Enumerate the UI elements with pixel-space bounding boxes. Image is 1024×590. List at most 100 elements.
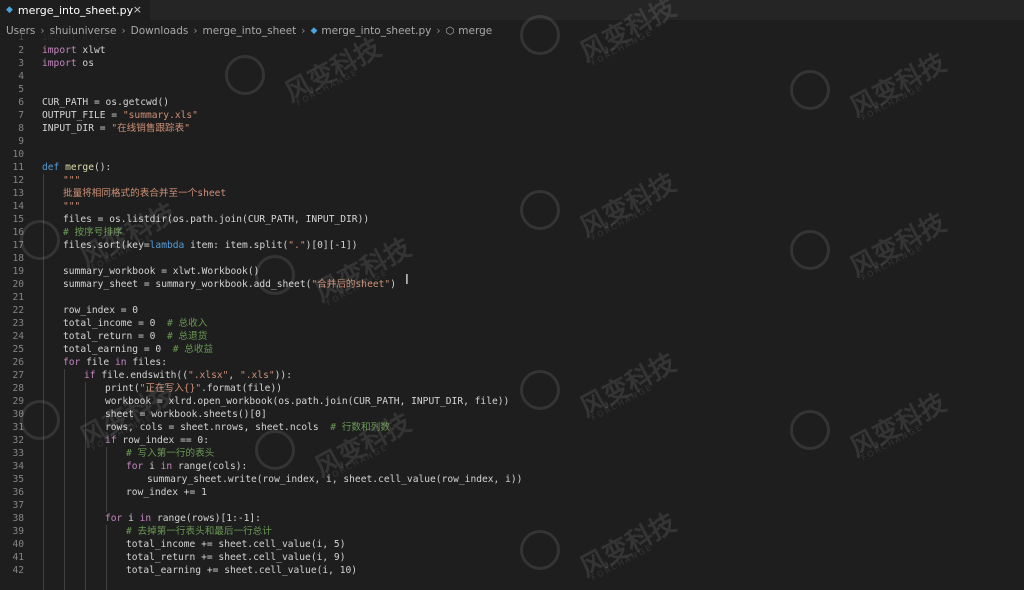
code-line[interactable]: 34 for i in range(cols): bbox=[0, 460, 1024, 473]
code-line[interactable]: 13 批量将相同格式的表合并至一个sheet bbox=[0, 187, 1024, 200]
code-line[interactable]: 35 summary_sheet.write(row_index, i, shee… bbox=[0, 473, 1024, 486]
line-number: 7 bbox=[18, 110, 24, 121]
code-line[interactable]: 7 OUTPUT_FILE = "summary.xls" bbox=[0, 109, 1024, 122]
code-line[interactable]: 22 row_index = 0 bbox=[0, 304, 1024, 317]
code-line[interactable]: 33 # 写入第一行的表头 bbox=[0, 447, 1024, 460]
code-text: row_index = 0 bbox=[63, 304, 138, 317]
code-editor[interactable]: 1 import xlrd 2 import xlwt 3 import os 4 5 6 CUR… bbox=[0, 32, 1024, 590]
line-number: 36 bbox=[12, 487, 24, 498]
code-token: rows, cols = sheet.nrows, sheet.ncols bbox=[105, 422, 331, 433]
code-token: for bbox=[63, 357, 81, 368]
text-cursor-icon: I bbox=[405, 273, 409, 288]
code-token: "正在写入{}" bbox=[139, 383, 202, 394]
line-number: 3 bbox=[18, 58, 24, 69]
code-token: merge bbox=[65, 162, 94, 173]
code-line[interactable]: 21 bbox=[0, 291, 1024, 304]
code-line[interactable]: 16 # 按序号排序 bbox=[0, 226, 1024, 239]
code-line[interactable]: 1 import xlrd bbox=[0, 31, 1024, 44]
code-token: (): bbox=[94, 162, 112, 173]
code-text: sheet = workbook.sheets()[0] bbox=[105, 408, 267, 421]
line-number: 23 bbox=[12, 318, 24, 329]
code-line[interactable]: 25 total_earning = 0 # 总收益 bbox=[0, 343, 1024, 356]
code-line[interactable]: 24 total_return = 0 # 总退货 bbox=[0, 330, 1024, 343]
code-line[interactable]: 5 bbox=[0, 83, 1024, 96]
code-token: "在线销售跟踪表" bbox=[111, 123, 191, 134]
code-line[interactable]: 37 bbox=[0, 499, 1024, 512]
tab-merge-into-sheet[interactable]: ◆ merge_into_sheet.py × bbox=[0, 0, 150, 20]
code-token: files: bbox=[126, 357, 167, 368]
code-text: import xlrd bbox=[42, 31, 106, 44]
code-token: summary_sheet.write(row_index, i, sheet.… bbox=[147, 474, 523, 485]
code-line[interactable]: 2 import xlwt bbox=[0, 44, 1024, 57]
code-line[interactable]: 11 def merge(): bbox=[0, 161, 1024, 174]
code-token: lambda bbox=[149, 240, 185, 251]
code-token: total_earning = 0 bbox=[63, 344, 173, 355]
code-token: """ bbox=[63, 201, 81, 212]
line-number: 32 bbox=[12, 435, 24, 446]
code-line[interactable]: 40 total_income += sheet.cell_value(i, 5) bbox=[0, 538, 1024, 551]
code-line[interactable]: 9 bbox=[0, 135, 1024, 148]
line-number: 13 bbox=[12, 188, 24, 199]
code-line[interactable]: 36 row_index += 1 bbox=[0, 486, 1024, 499]
code-token: "合并后的sheet" bbox=[311, 279, 391, 290]
code-token: range(rows)[1:-1]: bbox=[151, 513, 261, 524]
close-icon[interactable]: × bbox=[133, 3, 142, 16]
code-line[interactable]: 6 CUR_PATH = os.getcwd() bbox=[0, 96, 1024, 109]
tab-bar: ◆ merge_into_sheet.py × bbox=[0, 0, 1024, 20]
line-number: 20 bbox=[12, 279, 24, 290]
code-text: if file.endswith((".xlsx", ".xls")): bbox=[84, 369, 292, 382]
code-line[interactable]: 29 workbook = xlrd.open_workbook(os.path.… bbox=[0, 395, 1024, 408]
code-line[interactable]: 26 for file in files: bbox=[0, 356, 1024, 369]
code-line[interactable]: 17 files.sort(key=lambda item: item.split… bbox=[0, 239, 1024, 252]
line-number: 15 bbox=[12, 214, 24, 225]
code-line[interactable]: 38 for i in range(rows)[1:-1]: bbox=[0, 512, 1024, 525]
code-text: rows, cols = sheet.nrows, sheet.ncols # … bbox=[105, 421, 390, 434]
code-line[interactable]: 10 bbox=[0, 148, 1024, 161]
code-token: files = os.listdir(os.path.join(CUR_PATH… bbox=[63, 214, 370, 225]
code-text: # 去掉第一行表头和最后一行总计 bbox=[126, 525, 272, 538]
code-line[interactable]: 3 import os bbox=[0, 57, 1024, 70]
line-number: 4 bbox=[18, 71, 24, 82]
code-line[interactable]: 18 bbox=[0, 252, 1024, 265]
code-token: # 行数和列数 bbox=[330, 422, 390, 433]
code-token: # 按序号排序 bbox=[63, 227, 123, 238]
code-token: row_index = 0 bbox=[63, 305, 139, 316]
code-text: for i in range(cols): bbox=[126, 460, 247, 473]
code-text: workbook = xlrd.open_workbook(os.path.jo… bbox=[105, 395, 509, 408]
code-token: # 总收入 bbox=[166, 318, 208, 329]
line-number: 22 bbox=[12, 305, 24, 316]
code-line[interactable]: 20 summary_sheet = summary_workbook.add_s… bbox=[0, 278, 1024, 291]
code-line[interactable]: 28 print("正在写入{}".format(file)) bbox=[0, 382, 1024, 395]
code-token: ".xls" bbox=[239, 370, 275, 381]
code-line[interactable]: 30 sheet = workbook.sheets()[0] bbox=[0, 408, 1024, 421]
code-text: """ bbox=[63, 200, 80, 213]
code-text: total_earning += sheet.cell_value(i, 10) bbox=[126, 564, 357, 577]
code-line[interactable]: 42 total_earning += sheet.cell_value(i, 1… bbox=[0, 564, 1024, 577]
code-line[interactable]: 41 total_return += sheet.cell_value(i, 9) bbox=[0, 551, 1024, 564]
code-text: import os bbox=[42, 57, 94, 70]
code-line[interactable]: 32 if row_index == 0: bbox=[0, 434, 1024, 447]
code-line[interactable]: 39 # 去掉第一行表头和最后一行总计 bbox=[0, 525, 1024, 538]
code-token: summary_workbook = xlwt.Workbook() bbox=[63, 266, 260, 277]
code-line[interactable]: 31 rows, cols = sheet.nrows, sheet.ncols … bbox=[0, 421, 1024, 434]
code-token: workbook = xlrd.open_workbook(os.path.jo… bbox=[105, 396, 510, 407]
code-token: row_index += 1 bbox=[126, 487, 207, 498]
code-line[interactable]: 15 files = os.listdir(os.path.join(CUR_PA… bbox=[0, 213, 1024, 226]
line-number: 6 bbox=[18, 97, 24, 108]
code-text: total_return += sheet.cell_value(i, 9) bbox=[126, 551, 346, 564]
code-line[interactable]: 12 """ bbox=[0, 174, 1024, 187]
code-line[interactable]: 4 bbox=[0, 70, 1024, 83]
code-line[interactable]: 14 """ bbox=[0, 200, 1024, 213]
code-token: if bbox=[105, 435, 117, 446]
code-token: in bbox=[160, 461, 173, 472]
code-token: total_return = 0 bbox=[63, 331, 167, 342]
code-line[interactable]: 8 INPUT_DIR = "在线销售跟踪表" bbox=[0, 122, 1024, 135]
code-text: print("正在写入{}".format(file)) bbox=[105, 382, 282, 395]
code-text: row_index += 1 bbox=[126, 486, 207, 499]
code-token: if bbox=[84, 370, 96, 381]
line-number: 5 bbox=[18, 84, 24, 95]
code-line[interactable]: 19 summary_workbook = xlwt.Workbook() bbox=[0, 265, 1024, 278]
line-number: 14 bbox=[12, 201, 24, 212]
code-line[interactable]: 27 if file.endswith((".xlsx", ".xls")): bbox=[0, 369, 1024, 382]
code-line[interactable]: 23 total_income = 0 # 总收入 bbox=[0, 317, 1024, 330]
